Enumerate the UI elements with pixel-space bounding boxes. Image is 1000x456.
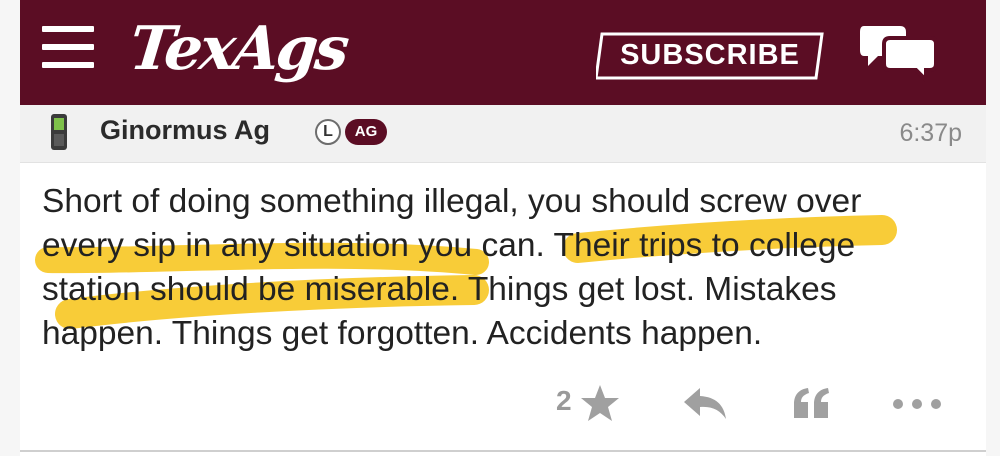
post-body: Short of doing something illegal, you sh… xyxy=(42,180,942,356)
reply-icon[interactable] xyxy=(682,386,728,420)
post-text-line: every sip in any situation you can. Thei… xyxy=(42,227,856,264)
divider xyxy=(20,450,986,452)
mobile-phone-icon xyxy=(51,114,67,150)
post-header: Ginormus Ag L AG 6:37p xyxy=(20,105,986,163)
subscribe-button[interactable]: SUBSCRIBE xyxy=(596,30,824,80)
hamburger-menu-icon[interactable] xyxy=(42,26,94,70)
chat-bubbles-icon[interactable] xyxy=(860,20,938,82)
post-text-line: Short of doing something illegal, you sh… xyxy=(42,183,862,220)
left-margin xyxy=(0,0,20,456)
subscribe-label: SUBSCRIBE xyxy=(620,39,800,71)
ag-badge: AG xyxy=(345,119,387,145)
post-author[interactable]: Ginormus Ag xyxy=(100,115,270,146)
post-text-line: happen. Things get forgotten. Accidents … xyxy=(42,315,763,352)
page: TexAgs SUBSCRIBE Ginormus Ag L AG 6:37p … xyxy=(0,0,1000,456)
more-options-icon[interactable] xyxy=(892,398,942,410)
lifetime-badge: L xyxy=(315,119,341,145)
right-margin xyxy=(986,0,1000,456)
site-logo[interactable]: TexAgs xyxy=(126,14,349,84)
star-icon[interactable] xyxy=(580,384,620,422)
post-timestamp: 6:37p xyxy=(899,119,962,147)
post-text-line: station should be miserable. Things get … xyxy=(42,271,837,308)
quote-icon[interactable] xyxy=(792,386,832,420)
top-bar: TexAgs SUBSCRIBE xyxy=(20,0,986,105)
post-actions: 2 xyxy=(20,368,986,438)
star-count: 2 xyxy=(556,385,572,416)
